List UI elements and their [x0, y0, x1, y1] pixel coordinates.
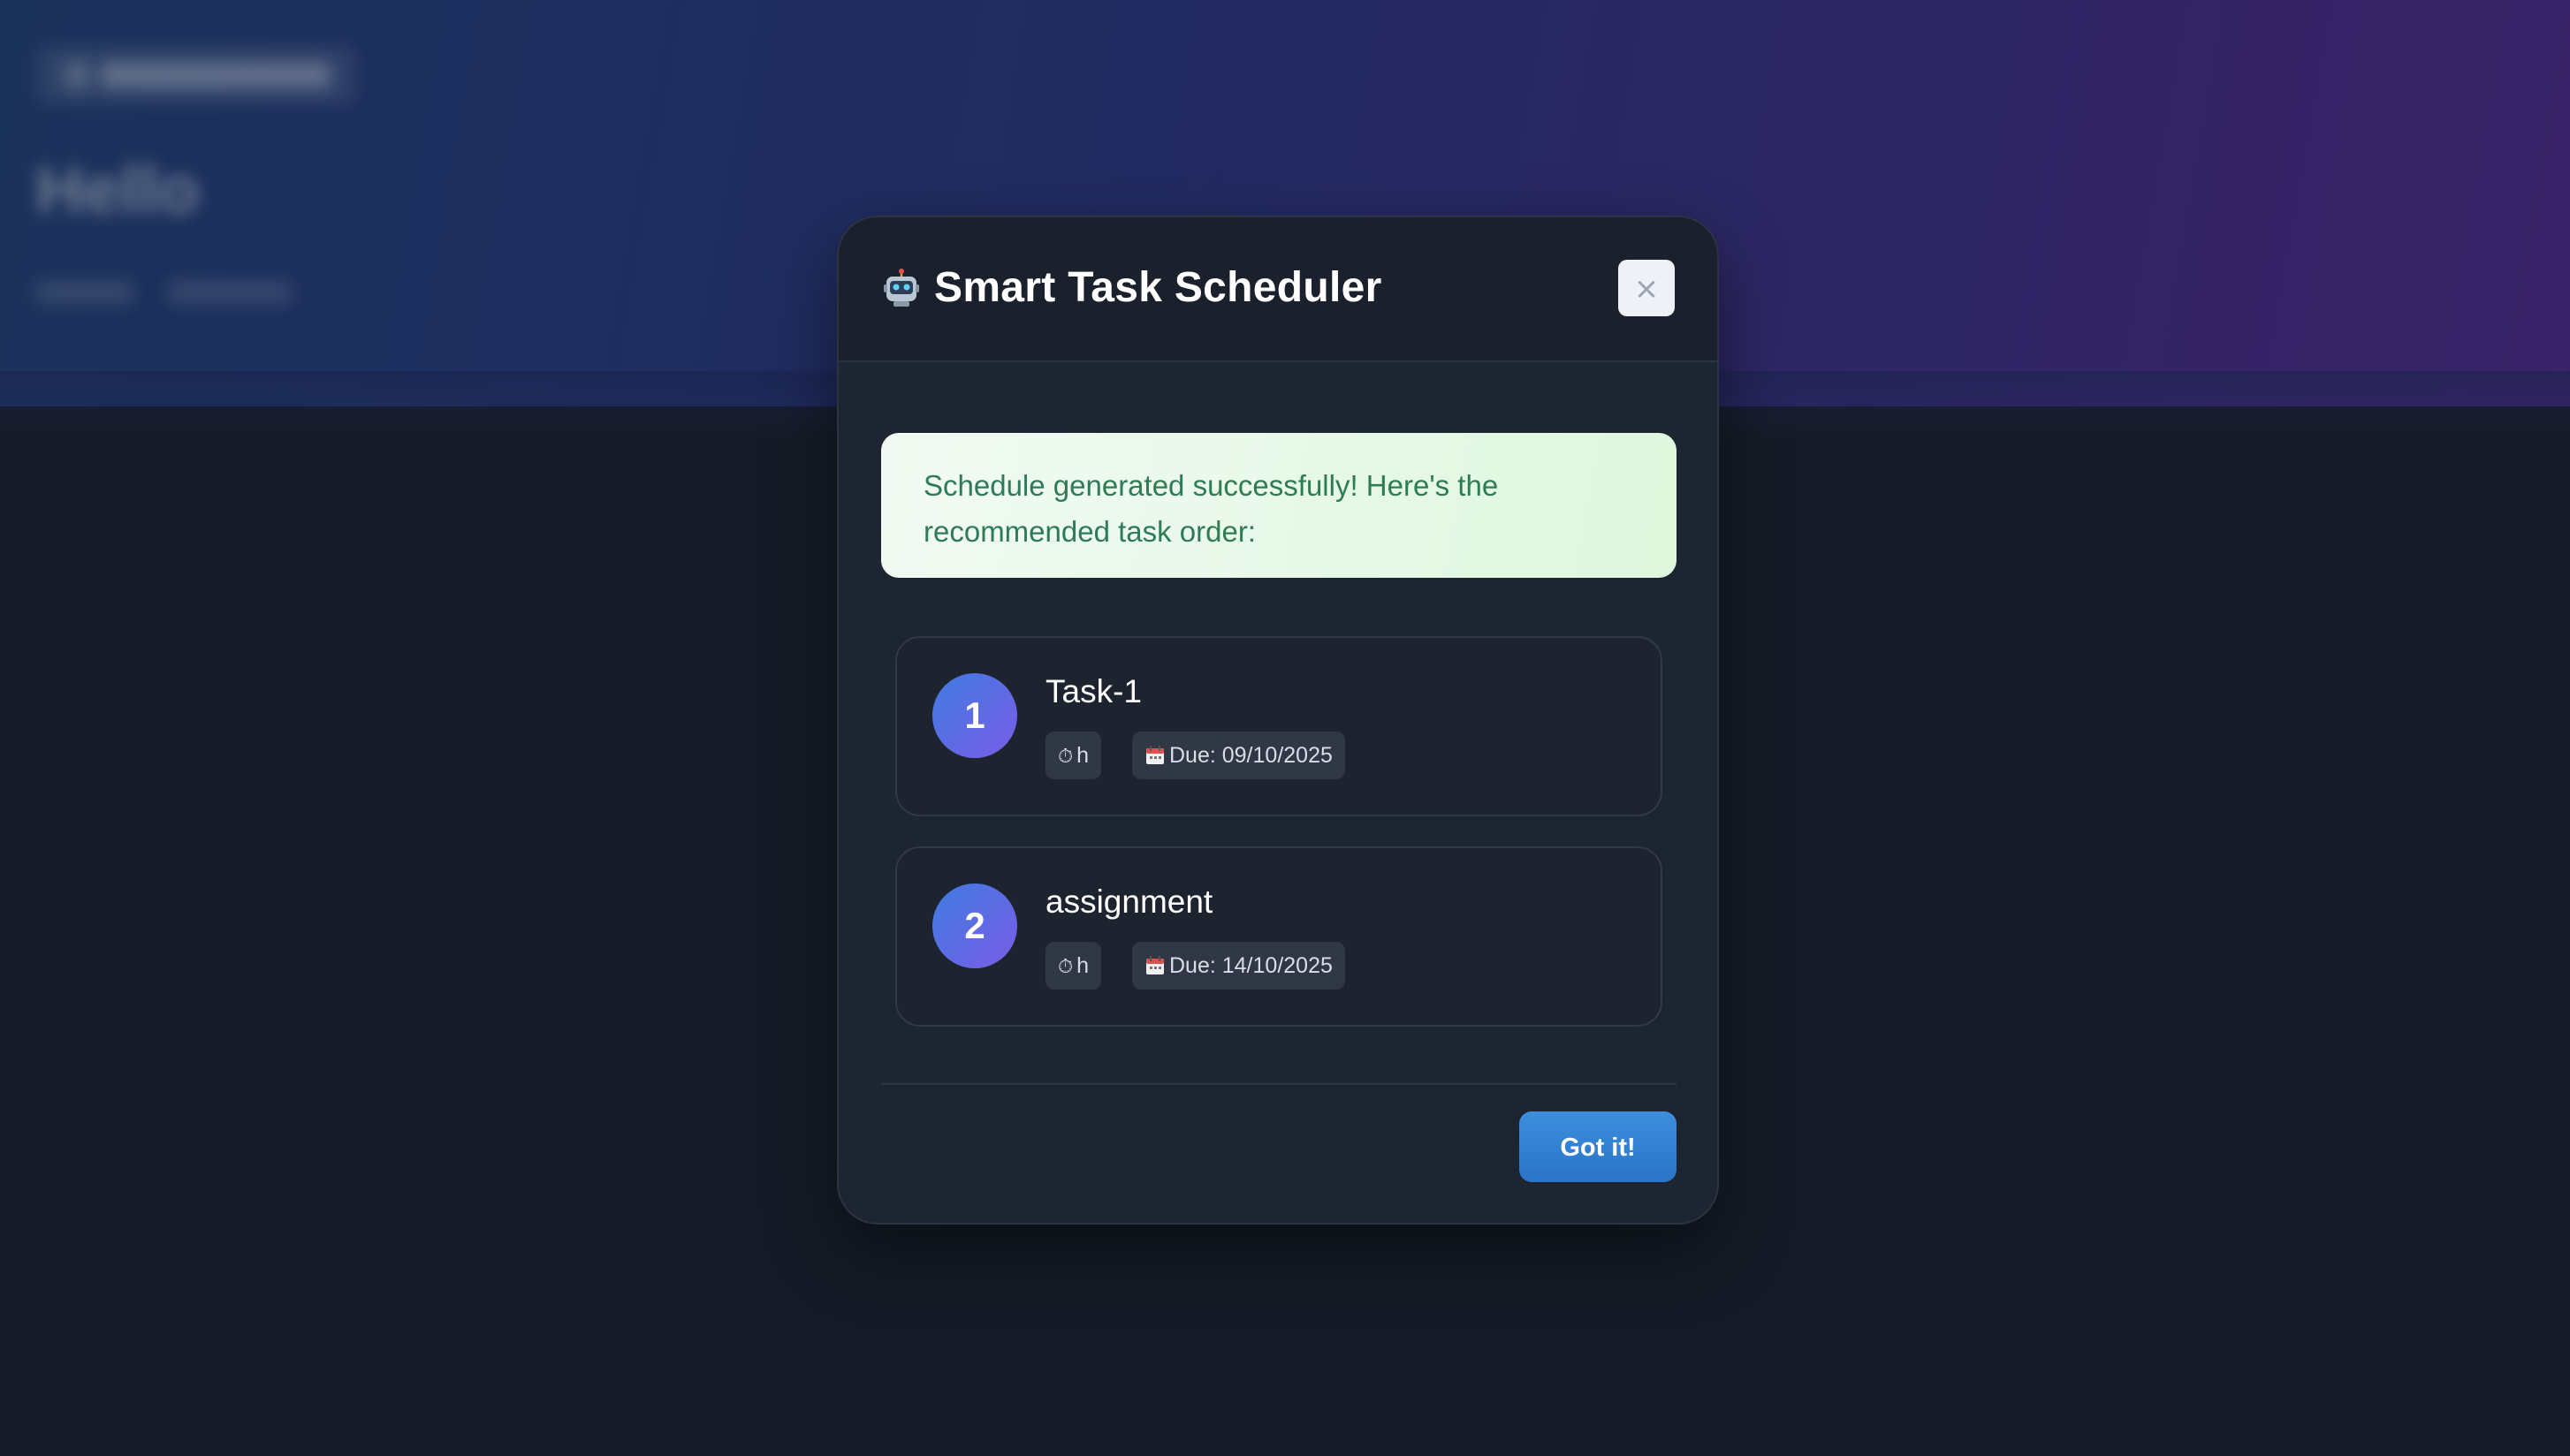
task-due-chip: Due: 14/10/2025 [1132, 942, 1345, 990]
task-rank-badge: 1 [932, 673, 1017, 758]
stopwatch-icon: ⏱ [1058, 746, 1074, 768]
task-due-chip: Due: 09/10/2025 [1132, 732, 1345, 779]
task-due-date: Due: 09/10/2025 [1169, 743, 1333, 768]
robot-icon [884, 269, 919, 307]
task-duration-chip: ⏱ h [1045, 732, 1102, 779]
modal-header: Smart Task Scheduler × [839, 217, 1717, 362]
scheduler-modal: Smart Task Scheduler × Schedule generate… [837, 216, 1719, 1225]
success-message-box: Schedule generated successfully! Here's … [881, 433, 1677, 578]
success-message: Schedule generated successfully! Here's … [924, 469, 1499, 548]
modal-title: Smart Task Scheduler [934, 264, 1382, 311]
task-card: 2 assignment ⏱ h Due: 14/10/2025 [895, 846, 1662, 1027]
task-duration-chip: ⏱ h [1045, 942, 1102, 990]
task-due-date: Due: 14/10/2025 [1169, 953, 1333, 978]
calendar-icon [1146, 746, 1164, 764]
task-duration: h [1076, 743, 1090, 768]
close-button[interactable]: × [1618, 260, 1675, 316]
footer-divider [881, 1083, 1677, 1085]
task-name: assignment [1045, 883, 1213, 920]
calendar-icon [1146, 956, 1164, 974]
task-rank-badge: 2 [932, 883, 1017, 968]
got-it-button[interactable]: Got it! [1519, 1111, 1677, 1182]
task-duration: h [1076, 953, 1090, 978]
stopwatch-icon: ⏱ [1058, 956, 1074, 978]
task-card: 1 Task-1 ⏱ h Due: 09/10/2025 [895, 636, 1662, 816]
task-name: Task-1 [1045, 673, 1142, 709]
